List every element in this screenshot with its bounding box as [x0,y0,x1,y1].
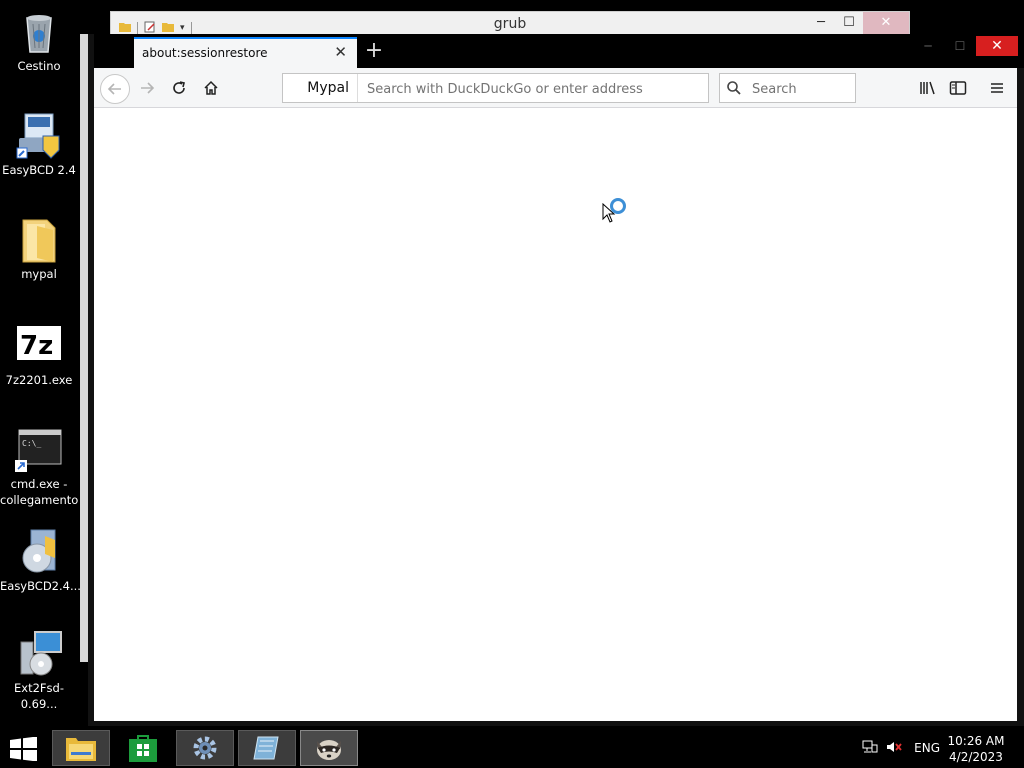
taskbar-mypal[interactable] [300,730,358,766]
home-button[interactable] [199,76,223,100]
close-button[interactable]: ✕ [863,12,909,34]
back-button[interactable] [100,74,130,104]
desktop-icon-label: mypal [21,267,57,281]
desktop-icon-label: cmd.exe - collegamento [0,477,79,507]
busy-spinner-icon [610,198,626,214]
tab-title: about:sessionrestore [142,46,268,60]
minimize-button[interactable]: ─ [807,12,835,34]
back-arrow-icon [107,83,121,95]
svg-text:7z: 7z [20,331,53,361]
easybcd-icon [15,112,63,160]
desktop-icon-label: Cestino [17,59,61,73]
library-icon [920,81,935,95]
reload-icon [173,81,185,94]
network-icon[interactable] [862,740,878,757]
close-button[interactable]: ✕ [976,36,1018,56]
reload-button[interactable] [167,76,191,100]
taskbar-notepad[interactable] [238,730,296,766]
home-icon [204,80,218,95]
maximize-button[interactable]: ☐ [835,12,863,34]
desktop-icon-label: Ext2Fsd-0.69... [14,681,64,711]
folder-icon [15,216,63,264]
desktop-icon-7zip[interactable]: 7z 7z2201.exe [0,322,78,388]
desktop-icon-ext2fsd[interactable]: Ext2Fsd-0.69... [0,630,78,712]
system-tray: ENG 10:26 AM 4/2/2023 [844,728,1024,768]
clock-date: 4/2/2023 [949,750,1003,764]
sidebar-button[interactable] [946,76,970,100]
url-input[interactable] [365,78,699,100]
tab-close-icon[interactable]: ✕ [334,43,347,61]
search-box[interactable] [719,73,856,103]
desktop-icon-easybcd-installer[interactable]: EasyBCD2.4... [0,528,81,594]
menu-button[interactable] [985,76,1009,100]
new-tab-button[interactable]: + [364,38,384,63]
window-title: grub [493,16,527,32]
desktop-icon-easybcd[interactable]: EasyBCD 2.4 [0,112,78,178]
volume-muted-icon[interactable] [886,740,902,757]
desktop-icon-label: 7z2201.exe [5,373,73,387]
7zip-icon: 7z [15,322,63,370]
maximize-button[interactable]: ☐ [944,36,976,56]
cmd-icon: C:\_ [15,426,63,474]
svg-text:C:\_: C:\_ [22,439,41,448]
window-border [80,34,88,662]
sidebar-icon [949,81,967,95]
setup-icon [15,630,63,678]
desktop-icon-mypal-folder[interactable]: mypal [0,216,78,282]
store-icon [129,735,157,762]
forward-button[interactable] [135,76,159,100]
recycle-bin-icon [15,8,63,56]
desktop-icon-label: EasyBCD 2.4 [2,163,76,177]
start-button[interactable] [10,736,38,765]
minimize-button[interactable]: ─ [912,36,944,56]
taskbar: ENG 10:26 AM 4/2/2023 [0,728,1024,768]
desktop-icon-cmd-shortcut[interactable]: C:\_ cmd.exe - collegamento [0,426,78,508]
identity-box[interactable]: Mypal [283,74,358,102]
language-indicator[interactable]: ENG [914,741,940,755]
installer-icon [15,528,63,576]
clock[interactable]: 10:26 AM 4/2/2023 [946,733,1006,765]
clock-time: 10:26 AM [947,734,1005,748]
desktop-icon-recycle-bin[interactable]: Cestino [0,8,78,74]
tab-session-restore[interactable]: about:sessionrestore ✕ [134,37,357,68]
address-bar[interactable]: Mypal [282,73,709,103]
taskbar-file-explorer[interactable] [52,730,110,766]
windows-logo-icon [10,736,37,762]
gear-icon [193,736,217,760]
navigation-toolbar: Mypal [94,68,1017,108]
hamburger-menu-icon [991,83,1003,93]
forward-arrow-icon [141,82,155,94]
library-button[interactable] [916,76,940,100]
search-icon[interactable] [726,80,742,100]
file-explorer-icon [66,738,96,761]
taskbar-store[interactable] [114,730,172,766]
notepad-icon [253,736,279,760]
mypal-raccoon-icon [317,740,341,760]
taskbar-settings[interactable] [176,730,234,766]
search-input[interactable] [750,79,854,99]
browser-window-controls: ─ ☐ ✕ [912,36,1018,56]
page-content[interactable] [94,108,1017,721]
desktop-icon-label: EasyBCD2.4... [0,579,81,593]
